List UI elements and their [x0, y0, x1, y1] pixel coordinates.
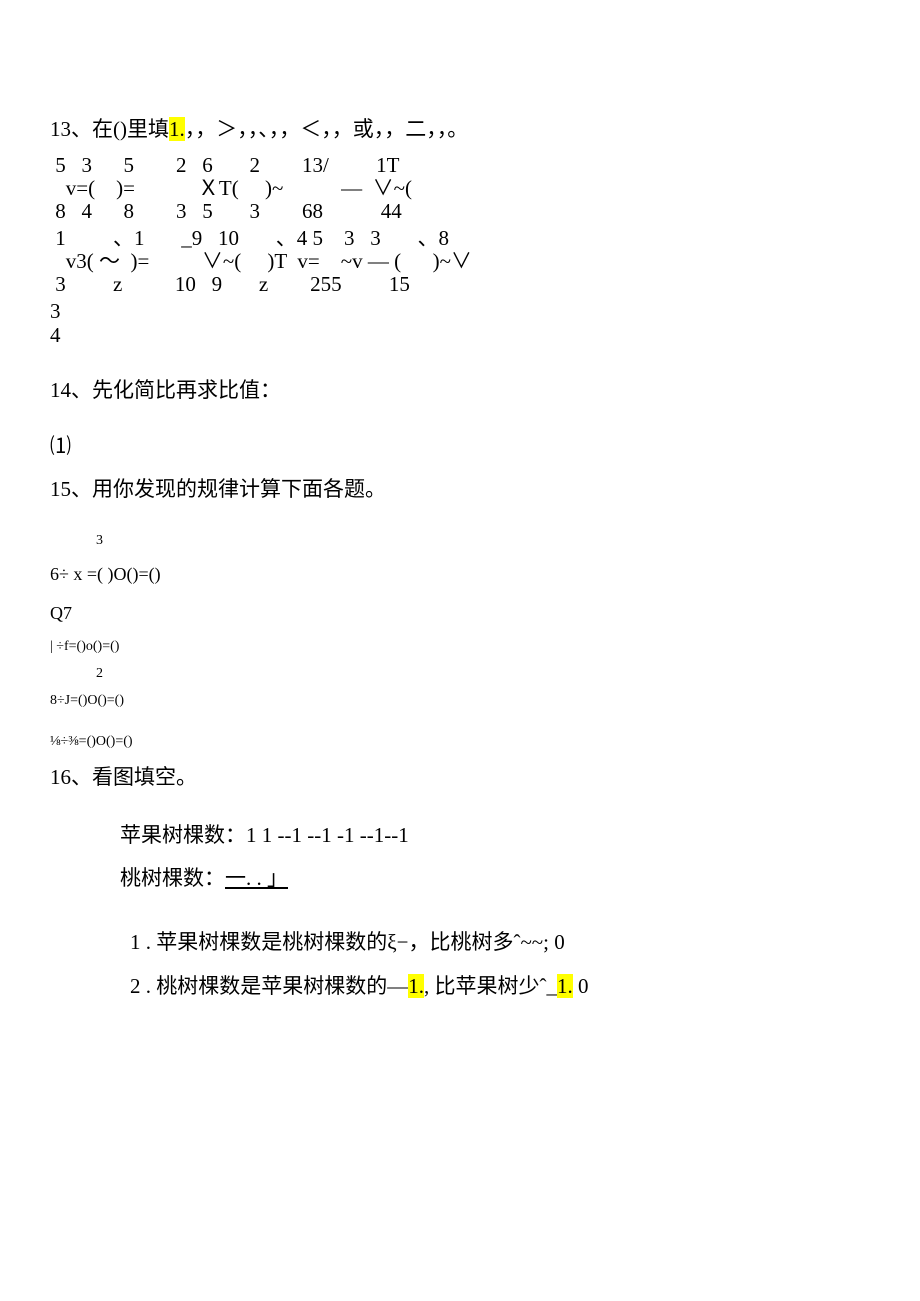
q15-line4: 8÷J=()O()=() [50, 690, 870, 711]
document-page: 13、在()里填1.，，＞，，、，，＜，，或，，二，，。 5 3 5 2 6 2… [0, 0, 920, 1061]
q13-intro: 13、在()里填1.，，＞，，、，，＜，，或，，二，，。 [50, 110, 870, 150]
q13-row3a: 3 [50, 300, 61, 323]
q13-row2c: 3 z 10 9 z 255 15 [50, 273, 472, 296]
q13-row3b: 4 [50, 324, 61, 347]
q16-peach-pre: 桃树棵数： [120, 866, 225, 890]
q15-text: 15、用你发现的规律计算下面各题。 [50, 470, 870, 510]
q13-row2a: 1 、1 _9 10 、4 5 3 3 、8 [50, 227, 472, 250]
q16-item2-mid: , 比苹果树少ˆ_ [424, 974, 557, 998]
q16-apple: 苹果树棵数：1 1 --1 --1 -1 --1--1 [50, 816, 870, 856]
q15-line1: 6÷ x =( )O()=() [50, 557, 870, 591]
q15-line2: Q7 [50, 596, 870, 630]
q14-sub: ⑴ [50, 427, 870, 467]
q13-intro-post: ，，＞，，、，，＜，，或，，二，，。 [185, 117, 469, 141]
q13-row1c: 8 4 8 3 5 3 68 44 [50, 200, 412, 223]
q13-intro-highlight: 1. [169, 117, 185, 141]
q13-row1a: 5 3 5 2 6 2 13/ 1T [50, 154, 412, 177]
q13-row1b: v=( )= ＸT( )~ — ∨~( [50, 177, 412, 200]
q14-text: 14、先化简比再求比值： [50, 371, 870, 411]
q16-item2-pre: 2 . 桃树棵数是苹果树棵数的— [130, 974, 408, 998]
q16-text: 16、看图填空。 [50, 758, 870, 798]
q15-line5: ⅛÷⅜=()O()=() [50, 731, 870, 752]
q13-row2b: v3( ～ )= ∨~( )T v= ~v — ( )~∨ [50, 250, 472, 273]
q16-item2: 2 . 桃树棵数是苹果树棵数的—1., 比苹果树少ˆ_1. 0 [50, 967, 870, 1007]
q15-line3: | ÷f=()o()=() [50, 636, 870, 657]
q15-line1-top: 3 [50, 530, 870, 551]
q16-item2-hl2: 1. [557, 974, 573, 998]
q13-expressions: 5 3 5 2 6 2 13/ 1T v=( )= ＸT( )~ — ∨~( 8… [50, 154, 870, 351]
q13-intro-pre: 13、在()里填 [50, 117, 169, 141]
q15-line4-top: 2 [50, 663, 870, 684]
q16-peach: 桃树棵数：一. . 」 [50, 859, 870, 899]
q16-item2-hl1: 1. [408, 974, 424, 998]
q16-item2-post: 0 [573, 974, 589, 998]
q16-peach-underline: 一. . 」 [225, 866, 288, 890]
q16-item1: 1 . 苹果树棵数是桃树棵数的ξ−，比桃树多ˆ~~; 0 [50, 923, 870, 963]
